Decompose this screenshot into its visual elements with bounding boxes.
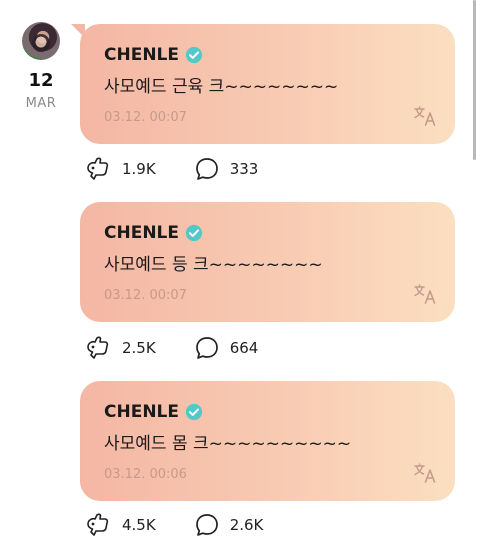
translate-icon[interactable]	[413, 106, 437, 126]
comment-count: 333	[229, 160, 259, 178]
verified-badge-icon	[185, 46, 203, 64]
message-author: CHENLE	[104, 222, 203, 244]
comment-count: 664	[229, 339, 259, 357]
message-text: 사모예드 등 크~~~~~~~~	[104, 255, 323, 275]
comment-button[interactable]: 664	[194, 335, 259, 361]
message-bubble[interactable]: CHENLE 사모예드 근육 크~~~~~~~~ 03.12. 00:07	[80, 24, 455, 144]
like-count: 4.5K	[122, 516, 156, 534]
scrollbar[interactable]	[473, 0, 476, 160]
like-button[interactable]: 4.5K	[84, 512, 156, 538]
translate-icon[interactable]	[413, 284, 437, 304]
like-hand-icon	[87, 157, 109, 180]
post-date-day: 12	[28, 70, 54, 91]
message-text: 사모예드 몸 크~~~~~~~~~~	[104, 434, 352, 454]
like-hand-icon	[87, 513, 109, 536]
comment-bubble-icon	[195, 337, 218, 359]
message-time: 03.12. 00:07	[104, 288, 187, 303]
message-author: CHENLE	[104, 401, 203, 423]
comment-button[interactable]: 2.6K	[194, 512, 264, 538]
message-time: 03.12. 00:07	[104, 110, 187, 125]
message-actions: 4.5K 2.6K	[84, 511, 301, 539]
verified-badge-icon	[185, 403, 203, 421]
like-count: 2.5K	[122, 339, 156, 357]
like-hand-icon	[87, 336, 109, 359]
author-name: CHENLE	[104, 45, 179, 65]
message-text: 사모예드 근육 크~~~~~~~~	[104, 77, 339, 97]
verified-badge-icon	[185, 224, 203, 242]
author-name: CHENLE	[104, 223, 179, 243]
author-name: CHENLE	[104, 402, 179, 422]
like-count: 1.9K	[122, 160, 156, 178]
comment-button[interactable]: 333	[194, 156, 259, 182]
feed: 12 MAR CHENLE 사모예드 근육 크~~~~~~~~ 03.12. 0…	[0, 0, 480, 560]
message-bubble[interactable]: CHENLE 사모예드 몸 크~~~~~~~~~~ 03.12. 00:06	[80, 381, 455, 501]
comment-bubble-icon	[195, 514, 218, 536]
translate-icon[interactable]	[413, 463, 437, 483]
like-button[interactable]: 2.5K	[84, 335, 156, 361]
post-date-month: MAR	[25, 96, 57, 111]
like-button[interactable]: 1.9K	[84, 156, 156, 182]
message-bubble[interactable]: CHENLE 사모예드 등 크~~~~~~~~ 03.12. 00:07	[80, 202, 455, 322]
message-time: 03.12. 00:06	[104, 467, 187, 482]
message-actions: 2.5K 664	[84, 334, 296, 362]
comment-bubble-icon	[195, 158, 218, 180]
message-author: CHENLE	[104, 44, 203, 66]
avatar[interactable]	[22, 22, 60, 60]
message-actions: 1.9K 333	[84, 155, 296, 183]
comment-count: 2.6K	[229, 516, 264, 534]
